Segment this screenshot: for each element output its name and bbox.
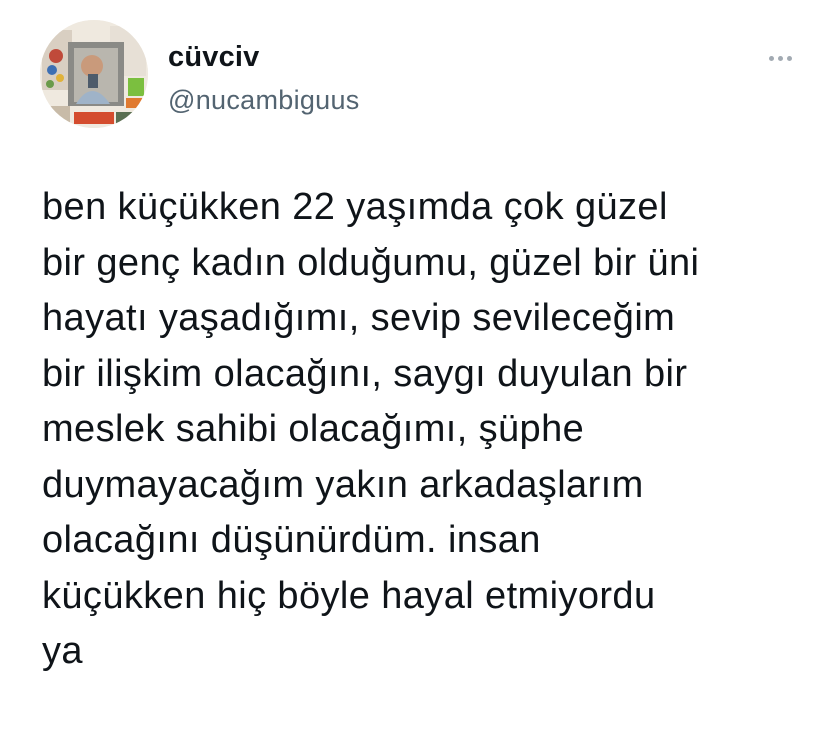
tweet-header: cüvciv @nucambiguus [40,20,800,130]
tweet-card: cüvciv @nucambiguus ben küçükken 22 yaşı… [0,0,828,744]
tweet-text-line: ben küçükken 22 yaşımda çok güzel [42,186,668,228]
more-horizontal-icon [768,55,792,61]
tweet-text-line: bir ilişkim olacağını, saygı duyulan bir [42,352,688,395]
author-names: cüvciv @nucambiguus [168,40,360,116]
tweet-text-line: ya [42,630,83,672]
tweet-text: ben küçükken 22 yaşımda çok güzel bir ge… [42,180,802,680]
user-handle[interactable]: @nucambiguus [168,84,360,116]
tweet-text-line: olacağını düşünürdüm. insan [42,519,541,561]
tweet-text-line: duymayacağım yakın arkadaşlarım [42,463,644,506]
tweet-text-line: hayatı yaşadığımı, sevip sevileceğim [42,297,676,339]
more-options-button[interactable] [760,48,800,68]
tweet-text-line: bir genç kadın olduğumu, güzel bir üni [42,241,700,284]
profile-photo-icon [40,20,148,128]
display-name[interactable]: cüvciv [168,40,360,74]
avatar[interactable] [40,20,148,128]
tweet-text-line: meslek sahibi olacağımı, şüphe [42,408,585,450]
tweet-text-line: küçükken hiç böyle hayal etmiyordu [42,574,656,617]
